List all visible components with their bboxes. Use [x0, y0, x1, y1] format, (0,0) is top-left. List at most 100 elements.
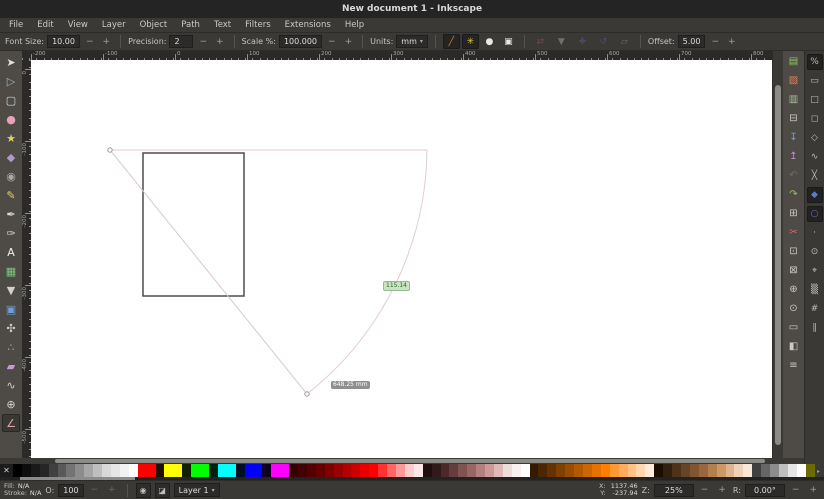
palette-swatch[interactable] — [360, 464, 369, 477]
scale-decrement-button[interactable]: − — [325, 37, 339, 47]
font-size-decrement-button[interactable]: − — [83, 37, 97, 47]
rotation-decrement-button[interactable]: − — [789, 485, 803, 495]
cut-icon[interactable]: ✂ — [785, 224, 802, 241]
no-color-swatch[interactable]: ✕ — [0, 464, 13, 477]
palette-swatch[interactable] — [547, 464, 556, 477]
snap-intersections-icon[interactable]: ╳ — [807, 168, 823, 184]
menu-text[interactable]: Text — [207, 20, 238, 30]
palette-swatch[interactable] — [601, 464, 610, 477]
measure-line-icon[interactable]: ╱ — [443, 34, 460, 49]
menu-help[interactable]: Help — [338, 20, 371, 30]
palette-swatch[interactable] — [325, 464, 334, 477]
enable-snapping-icon[interactable]: % — [807, 54, 823, 70]
palette-swatch[interactable] — [218, 464, 227, 477]
zoom-decrement-button[interactable]: − — [698, 485, 712, 495]
font-size-increment-button[interactable]: + — [100, 37, 114, 47]
snap-object-center-icon[interactable]: ⊙ — [807, 244, 823, 260]
node-tool[interactable]: ▷ — [2, 72, 20, 90]
show-measures-between-items-icon[interactable]: ● — [481, 34, 498, 49]
palette-swatch[interactable] — [58, 464, 67, 477]
rectangle-shape[interactable] — [143, 153, 244, 296]
palette-swatch[interactable] — [690, 464, 699, 477]
measure-line[interactable] — [110, 150, 307, 394]
palette-swatch[interactable] — [432, 464, 441, 477]
connector-tool[interactable]: ∿ — [2, 376, 20, 394]
palette-swatch[interactable] — [734, 464, 743, 477]
snap-grid-icon[interactable]: # — [807, 301, 823, 317]
offset-decrement-button[interactable]: − — [708, 37, 722, 47]
horizontal-ruler[interactable]: -200-1000100200300400500600700800 — [22, 51, 772, 60]
dropper-tool[interactable]: ▼ — [2, 281, 20, 299]
palette-swatch[interactable] — [334, 464, 343, 477]
snap-nodes-icon[interactable]: ◇ — [807, 130, 823, 146]
text-tool[interactable]: A — [2, 243, 20, 261]
vertical-scrollbar[interactable] — [772, 51, 783, 458]
palette-swatch[interactable] — [120, 464, 129, 477]
new-document-icon[interactable]: ▤ — [785, 53, 802, 70]
palette-swatch[interactable] — [343, 464, 352, 477]
palette-swatch[interactable] — [102, 464, 111, 477]
precision-decrement-button[interactable]: − — [196, 37, 210, 47]
palette-swatch[interactable] — [770, 464, 779, 477]
selector-tool[interactable]: ➤ — [2, 53, 20, 71]
duplicate-icon[interactable]: ⊠ — [785, 262, 802, 279]
export-icon[interactable]: ↥ — [785, 148, 802, 165]
palette-swatch[interactable] — [66, 464, 75, 477]
redo-icon[interactable]: ↷ — [785, 186, 802, 203]
palette-swatch[interactable] — [147, 464, 156, 477]
snap-smooth-nodes-icon[interactable]: ○ — [807, 206, 823, 222]
measure-start-node[interactable] — [108, 148, 112, 152]
palette-swatch[interactable] — [31, 464, 40, 477]
calligraphy-tool[interactable]: ✑ — [2, 224, 20, 242]
palette-swatch[interactable] — [645, 464, 654, 477]
units-dropdown[interactable]: mm ▾ — [396, 35, 428, 48]
snap-rotation-center-icon[interactable]: ⌖ — [807, 263, 823, 279]
palette-swatch[interactable] — [13, 464, 22, 477]
snap-bbox-corners-icon[interactable]: ◻ — [807, 111, 823, 127]
palette-swatch[interactable] — [565, 464, 574, 477]
pen-tool[interactable]: ✒ — [2, 205, 20, 223]
scale-field[interactable]: 100.000 — [279, 35, 322, 48]
palette-swatch[interactable] — [797, 464, 806, 477]
palette-swatch[interactable] — [476, 464, 485, 477]
offset-increment-button[interactable]: + — [725, 37, 739, 47]
rectangle-tool[interactable]: ▢ — [2, 91, 20, 109]
menu-path[interactable]: Path — [174, 20, 207, 30]
palette-swatch[interactable] — [271, 464, 280, 477]
box3d-tool[interactable]: ◆ — [2, 148, 20, 166]
palette-swatch[interactable] — [628, 464, 637, 477]
fill-stroke-indicator[interactable]: Fill: N/A Stroke: N/A — [4, 483, 41, 498]
palette-swatch[interactable] — [289, 464, 298, 477]
undo-icon[interactable]: ↶ — [785, 167, 802, 184]
snap-midpoints-icon[interactable]: · — [807, 225, 823, 241]
layer-selector[interactable]: Layer 1 ▾ — [174, 483, 220, 497]
palette-swatch[interactable] — [200, 464, 209, 477]
rotation-field[interactable]: 0.00° — [745, 484, 785, 497]
tweak-tool[interactable]: ✣ — [2, 319, 20, 337]
horizontal-scrollbar-thumb[interactable] — [55, 459, 765, 463]
palette-swatch[interactable] — [556, 464, 565, 477]
measure-tool[interactable]: ∠ — [2, 414, 20, 432]
palette-swatch[interactable] — [75, 464, 84, 477]
palette-swatch[interactable] — [307, 464, 316, 477]
menu-edit[interactable]: Edit — [30, 20, 60, 30]
palette-swatch[interactable] — [806, 464, 815, 477]
palette-swatch[interactable] — [49, 464, 58, 477]
palette-swatch[interactable] — [40, 464, 49, 477]
palette-swatch[interactable] — [699, 464, 708, 477]
paste-icon[interactable]: ⊡ — [785, 243, 802, 260]
palette-swatch[interactable] — [280, 464, 289, 477]
palette-swatch[interactable] — [156, 464, 165, 477]
palette-swatch[interactable] — [449, 464, 458, 477]
palette-swatch[interactable] — [743, 464, 752, 477]
palette-swatch[interactable] — [93, 464, 102, 477]
show-hidden-intersections-icon[interactable]: ▣ — [500, 34, 517, 49]
palette-swatch[interactable] — [521, 464, 530, 477]
palette-swatch[interactable] — [351, 464, 360, 477]
palette-swatch[interactable] — [173, 464, 182, 477]
palette-swatch[interactable] — [316, 464, 325, 477]
palette-swatch[interactable] — [530, 464, 539, 477]
titlebar[interactable]: New document 1 - Inkscape — [0, 0, 824, 18]
save-document-icon[interactable]: ▥ — [785, 91, 802, 108]
palette-swatch[interactable] — [761, 464, 770, 477]
